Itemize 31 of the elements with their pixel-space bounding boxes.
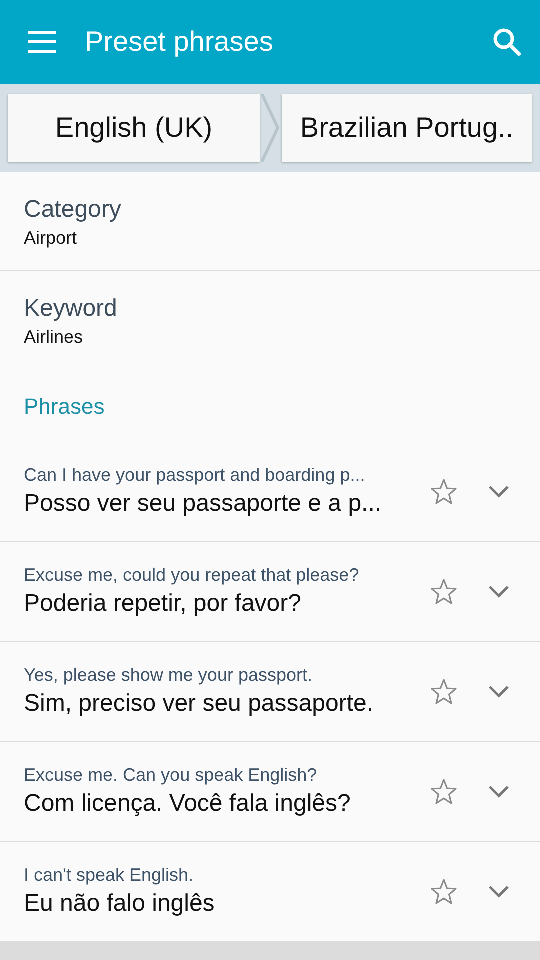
filter-label: Keyword [24,295,118,323]
source-phrase: I can't speak English. [24,865,195,886]
screen-title: Preset phrases [85,26,274,58]
source-phrase: Excuse me. Can you speak English? [24,765,318,786]
filter-label: Category [24,196,122,224]
source-phrase: Yes, please show me your passport. [24,665,314,686]
filter-value: Airport [24,228,78,249]
translated-phrase: Eu não falo inglês [24,890,216,918]
section-title: Phrases [0,370,540,442]
chevron-down-icon[interactable] [488,584,510,598]
star-icon[interactable] [430,678,458,706]
translated-phrase: Posso ver seu passaporte e a p... [24,490,383,518]
translated-phrase: Sim, preciso ver seu passaporte. [24,690,374,718]
star-icon[interactable] [430,578,458,606]
source-phrase: Excuse me, could you repeat that please? [24,565,360,586]
star-icon[interactable] [430,878,458,906]
menu-icon[interactable] [28,31,56,53]
chevron-down-icon[interactable] [488,684,510,698]
chevron-down-icon[interactable] [488,784,510,798]
target-language-button[interactable]: Brazilian Portug.. [282,94,532,162]
star-icon[interactable] [430,478,458,506]
star-icon[interactable] [430,778,458,806]
translated-phrase: Poderia repetir, por favor? [24,590,302,618]
chevron-down-icon[interactable] [488,884,510,898]
source-language-button[interactable]: English (UK) [8,94,260,162]
translated-phrase: Com licença. Você fala inglês? [24,790,352,818]
chevron-separator-icon [260,94,282,162]
source-phrase: Can I have your passport and boarding p... [24,465,366,486]
chevron-down-icon[interactable] [488,484,510,498]
filter-value: Airlines [24,327,84,348]
search-icon[interactable] [492,27,522,57]
